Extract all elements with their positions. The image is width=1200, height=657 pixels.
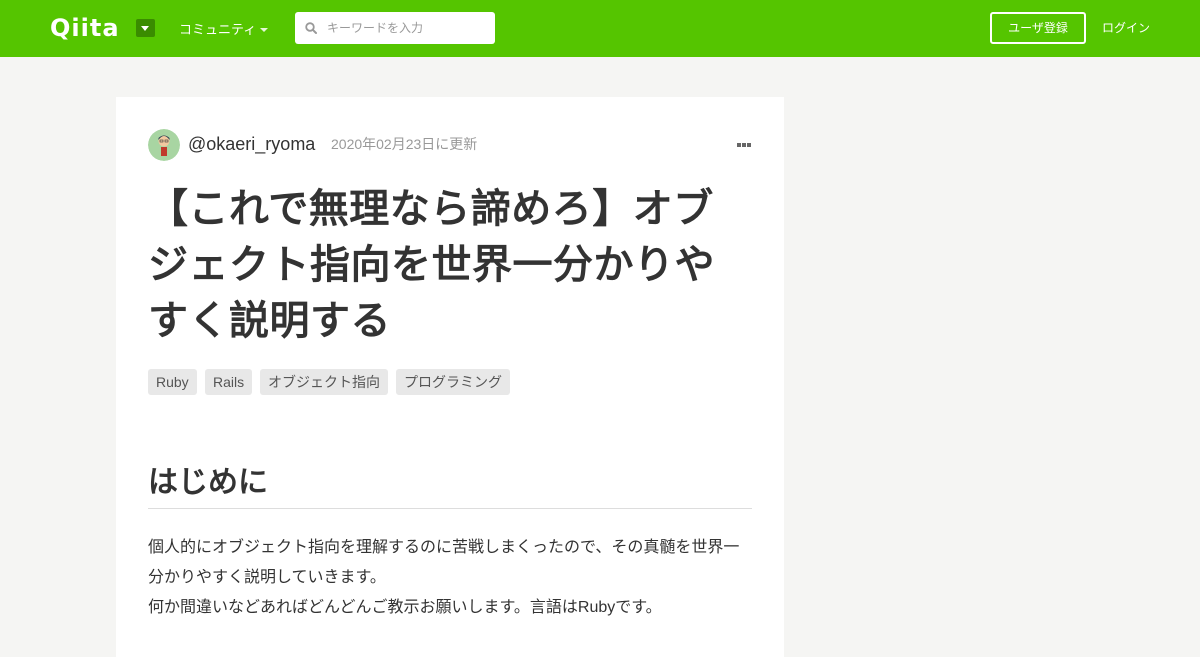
signup-button[interactable]: ユーザ登録 <box>990 12 1086 44</box>
tag-object-oriented[interactable]: オブジェクト指向 <box>260 369 388 395</box>
more-options-icon[interactable] <box>736 142 752 148</box>
service-menu-dropdown-icon[interactable] <box>136 19 155 37</box>
tag-rails[interactable]: Rails <box>205 369 253 395</box>
tag-programming[interactable]: プログラミング <box>396 369 510 395</box>
paragraph-line: 個人的にオブジェクト指向を理解するのに苦戦しまくったので、その真髄を世界一 <box>148 539 740 556</box>
top-navbar: Qiita コミュニティ ユーザ登録 ログイン <box>0 0 1200 57</box>
chevron-down-icon[interactable] <box>260 28 268 32</box>
search-box[interactable] <box>295 12 495 44</box>
author-username[interactable]: @okaeri_ryoma <box>188 132 315 156</box>
login-link[interactable]: ログイン <box>1102 19 1150 37</box>
article-title: 【これで無理なら諦めろ】オブジェクト指向を世界一分かりやすく説明する <box>148 187 715 343</box>
tag-ruby[interactable]: Ruby <box>148 369 197 395</box>
paragraph-line: 何か間違いなどあればどんどんご教示お願いします。言語はRubyです。 <box>148 599 662 616</box>
updated-date: 2020年02月23日に更新 <box>331 136 478 152</box>
qiita-logo[interactable]: Qiita <box>50 14 120 42</box>
avatar[interactable] <box>148 129 180 161</box>
avatar-image <box>148 129 180 161</box>
section-heading: はじめに <box>148 463 752 509</box>
search-input[interactable] <box>323 12 491 44</box>
search-icon <box>305 22 317 34</box>
article-body: 個人的にオブジェクト指向を理解するのに苦戦しまくったので、その真髄を世界一 分か… <box>148 533 752 623</box>
article-card: @okaeri_ryoma 2020年02月23日に更新 【これで無理なら諦めろ… <box>116 97 784 657</box>
paragraph-line: 分かりやすく説明していきます。 <box>148 569 386 586</box>
community-menu[interactable]: コミュニティ <box>179 21 256 39</box>
